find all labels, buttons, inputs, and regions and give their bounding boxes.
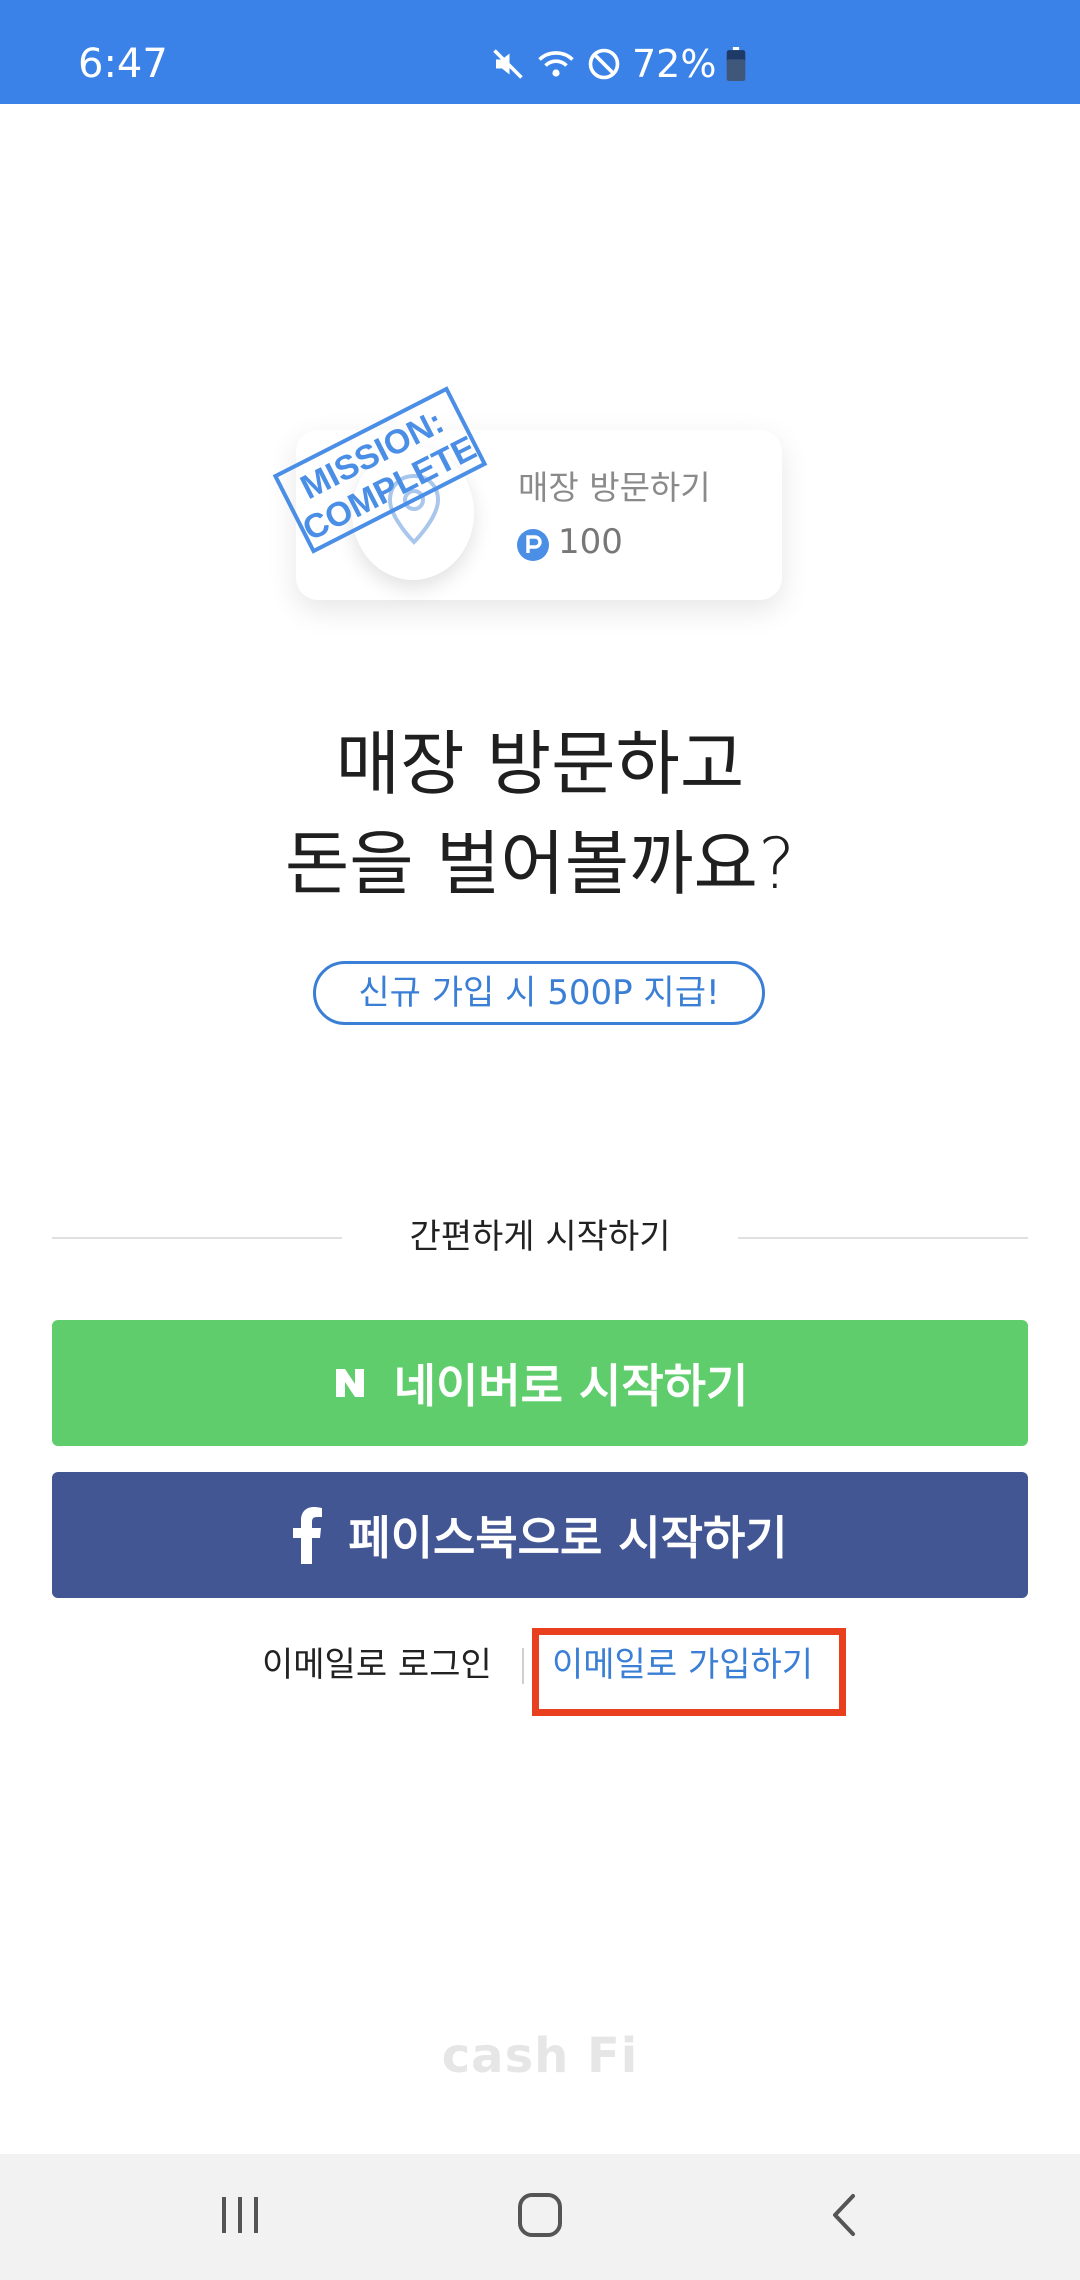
battery-percent: 72% <box>632 42 717 86</box>
page-headline: 매장 방문하고 돈을 벌어볼까요? <box>0 714 1080 914</box>
recents-button[interactable] <box>160 2154 320 2280</box>
signup-bonus-badge: 신규 가입 시 500P 지급! <box>313 961 765 1025</box>
mute-icon <box>490 46 526 82</box>
email-signup-link[interactable]: 이메일로 가입하기 <box>552 1640 813 1690</box>
naver-icon <box>332 1365 368 1401</box>
recents-icon <box>218 2195 262 2239</box>
brand-logo: cash Fi <box>441 2028 639 2084</box>
home-button[interactable] <box>460 2154 620 2280</box>
divider-right <box>738 1237 1028 1239</box>
status-time: 6:47 <box>78 41 168 87</box>
email-link-separator <box>522 1648 524 1684</box>
status-bar: 6:47 72% <box>0 0 1080 104</box>
mission-card-title: 매장 방문하기 <box>518 468 711 507</box>
facebook-button-label: 페이스북으로 시작하기 <box>348 1511 788 1565</box>
email-login-link[interactable]: 이메일로 로그인 <box>262 1640 492 1690</box>
facebook-icon <box>292 1506 323 1564</box>
back-button[interactable] <box>764 2154 924 2280</box>
system-nav-bar <box>0 2154 1080 2280</box>
naver-button-label: 네이버로 시작하기 <box>393 1359 749 1413</box>
wifi-icon <box>536 46 576 82</box>
home-icon <box>517 2192 563 2242</box>
battery-icon <box>726 47 746 81</box>
back-icon <box>829 2192 859 2242</box>
point-coin-icon <box>516 528 550 566</box>
headline-line1: 매장 방문하고 <box>335 723 745 805</box>
do-not-disturb-icon <box>586 46 622 82</box>
mission-complete-stamp-icon: MISSION: COMPLETE <box>272 386 488 554</box>
facebook-login-button[interactable]: 페이스북으로 시작하기 <box>52 1472 1028 1598</box>
status-icons: 72% <box>490 38 746 90</box>
naver-login-button[interactable]: 네이버로 시작하기 <box>52 1320 1028 1446</box>
headline-line2: 돈을 벌어볼까요? <box>284 823 796 905</box>
mission-card-points: 100 <box>558 522 623 562</box>
